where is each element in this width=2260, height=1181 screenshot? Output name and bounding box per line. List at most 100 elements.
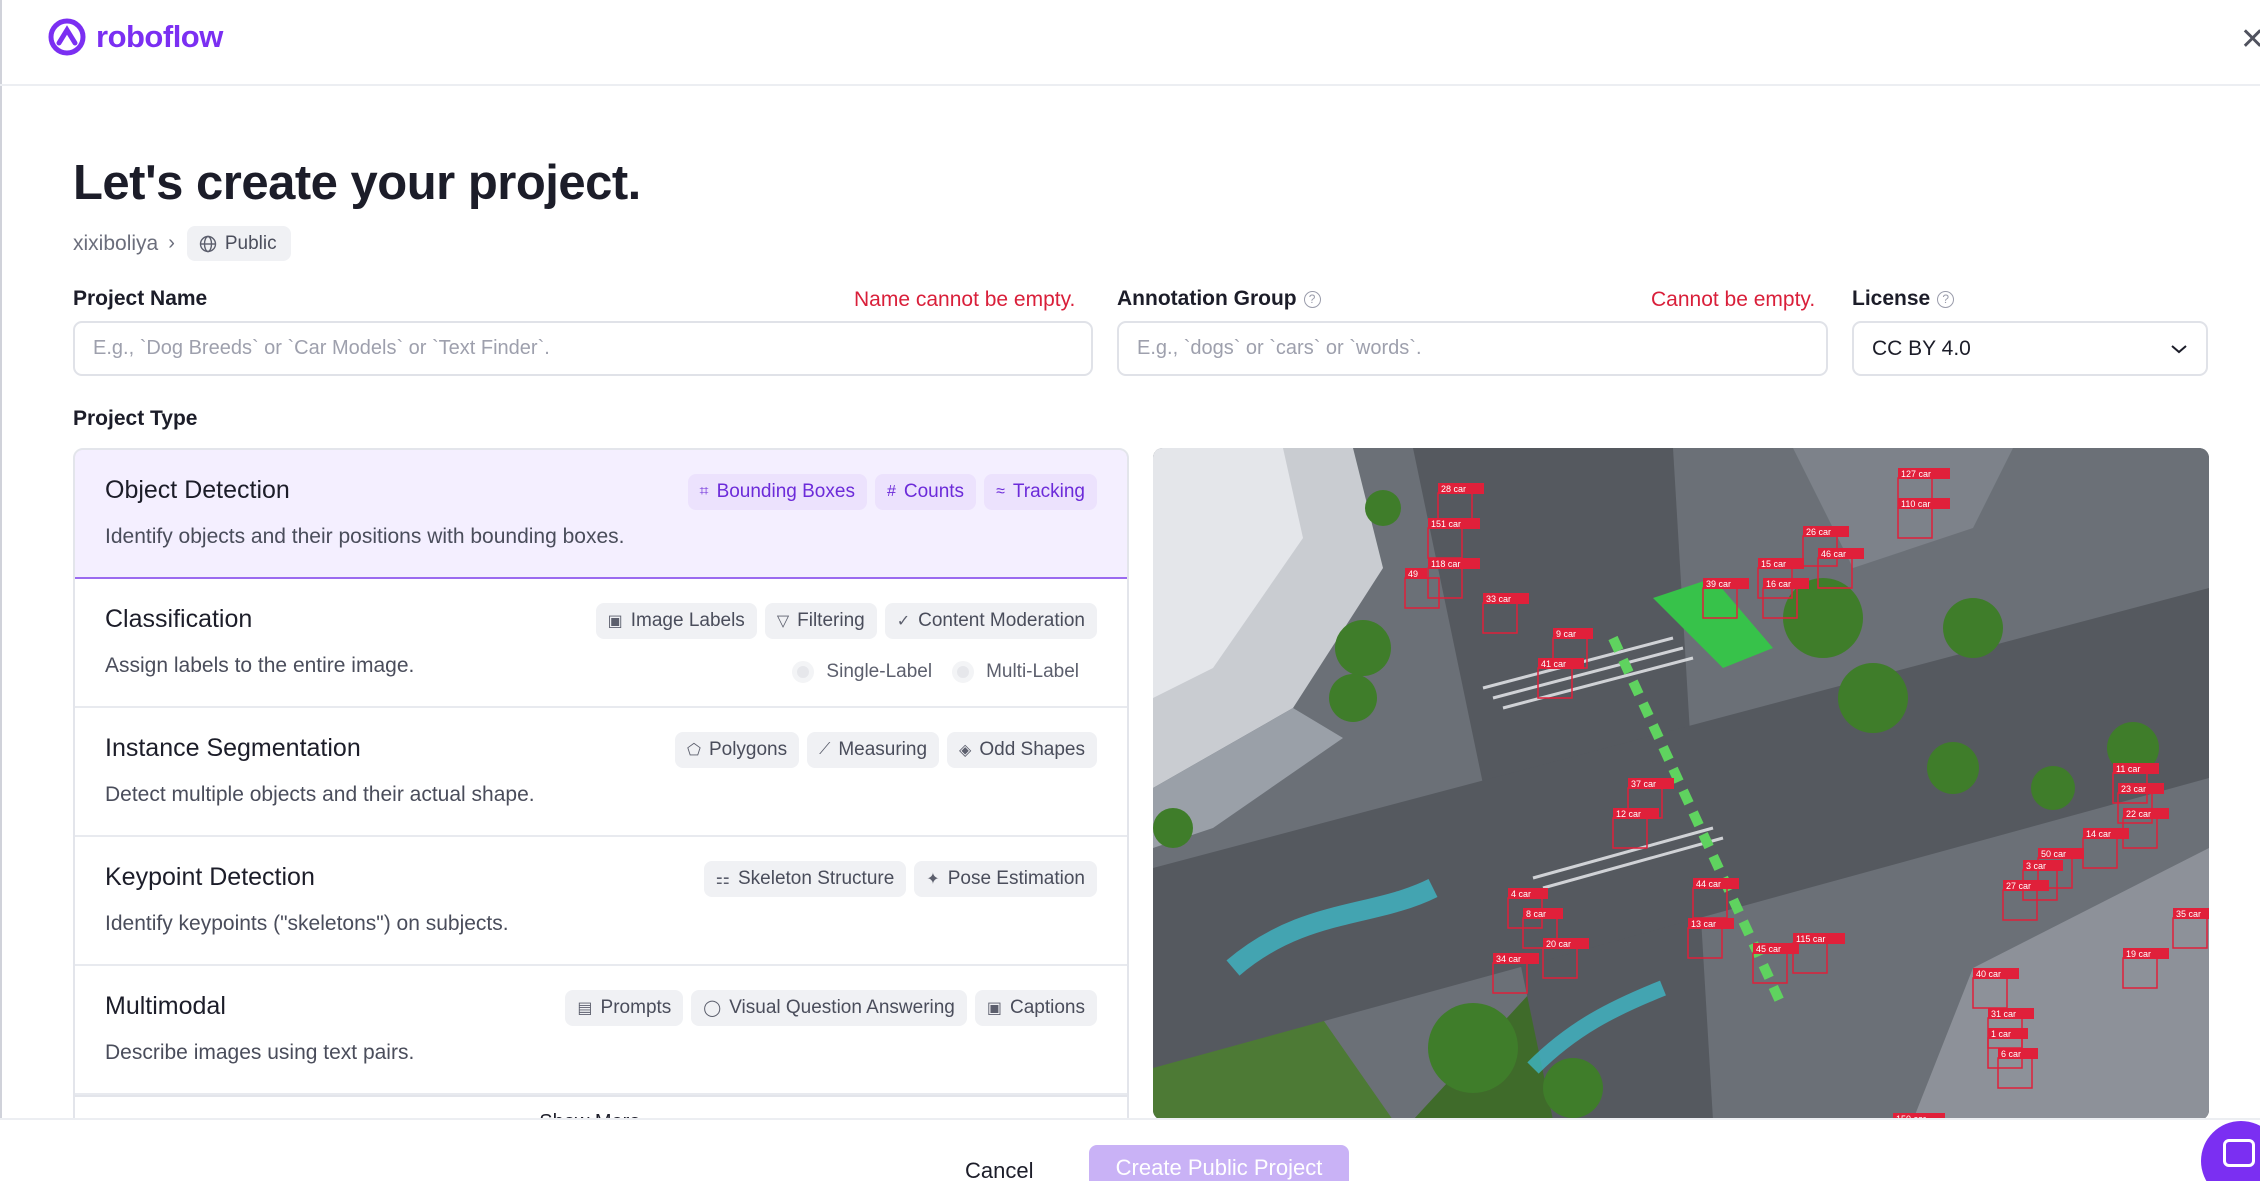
detection-label: 3 car (2026, 861, 2046, 871)
visibility-badge[interactable]: Public (186, 226, 291, 261)
tag-label: Captions (1010, 997, 1085, 1018)
annotation-group-error: Cannot be empty. (1651, 288, 1816, 311)
detection-label: 9 car (1556, 629, 1576, 639)
detection-label: 46 car (1821, 549, 1846, 559)
detection-label: 127 car (1901, 469, 1931, 479)
help-icon[interactable]: ? (1303, 290, 1321, 308)
tag-pose-estimation: ✦ Pose Estimation (914, 861, 1097, 897)
tag-label: Odd Shapes (979, 739, 1085, 760)
detection-label: 151 car (1431, 519, 1461, 529)
project-type-description: Identify keypoints ("skeletons") on subj… (105, 912, 509, 935)
detection-label: 12 car (1616, 809, 1641, 819)
project-type-description: Describe images using text pairs. (105, 1041, 415, 1064)
tag-counts: # Counts (874, 474, 977, 510)
classification-options: Single-Label Multi-Label (792, 661, 1079, 683)
detection-label: 31 car (1991, 1009, 2016, 1019)
tag-tracking: ≈ Tracking (984, 474, 1097, 510)
project-type-instance-segmentation[interactable]: Instance Segmentation Detect multiple ob… (75, 708, 1127, 837)
tag-measuring: ⟋ Measuring (807, 732, 940, 768)
project-type-preview-image: 28 car 151 car 118 car 49 33 car 127 car 110 c… (1153, 448, 2209, 1120)
chat-icon: ◯ (703, 1000, 722, 1017)
tag-prompts: ▤ Prompts (565, 990, 684, 1026)
caption-icon: ▣ (986, 1000, 1002, 1017)
detection-label: 15 car (1761, 559, 1786, 569)
license-label-text: License (1852, 287, 1931, 310)
roboflow-logo[interactable]: roboflow (48, 18, 223, 56)
polygon-icon: ⬠ (687, 742, 701, 759)
detection-label: 8 car (1526, 909, 1546, 919)
license-select[interactable]: CC BY 4.0 (1852, 321, 2208, 376)
detection-label: 37 car (1631, 779, 1656, 789)
create-project-button[interactable]: Create Public Project (1089, 1145, 1349, 1181)
annotation-group-label-text: Annotation Group (1117, 287, 1297, 310)
visibility-label: Public (224, 232, 277, 254)
tag-group: ▣ Image Labels ▽ Filtering ✓ Content Modera… (595, 603, 1097, 639)
detection-label: 118 car (1431, 559, 1460, 569)
detection-label: 44 car (1696, 879, 1721, 889)
detection-label: 45 car (1756, 944, 1781, 954)
tag-group: ⚏ Skeleton Structure ✦ Pose Estimation (703, 861, 1097, 897)
project-type-title: Keypoint Detection (105, 863, 315, 891)
tag-group: ▤ Prompts ◯ Visual Question Answering ▣ Cap… (565, 990, 1097, 1026)
radio-label: Single-Label (826, 661, 933, 682)
ruler-icon: ⟋ (819, 741, 831, 758)
project-type-title: Object Detection (105, 476, 290, 504)
project-type-classification[interactable]: Classification Assign labels to the enti… (75, 579, 1127, 708)
cancel-button[interactable]: Cancel (965, 1158, 1033, 1181)
tag-bounding-boxes: ⌗ Bounding Boxes (687, 474, 867, 510)
project-type-description: Detect multiple objects and their actual… (105, 783, 535, 806)
project-name-error: Name cannot be empty. (854, 288, 1076, 311)
detection-label: 20 car (1546, 939, 1571, 949)
chat-icon (2223, 1139, 2255, 1167)
tag-label: Bounding Boxes (716, 481, 855, 502)
tag-content-moderation: ✓ Content Moderation (884, 603, 1097, 639)
tracking-icon: ≈ (996, 483, 1005, 500)
project-type-title: Instance Segmentation (105, 734, 361, 762)
show-more-button[interactable]: Show More ⌄ (75, 1095, 1127, 1118)
project-type-object-detection[interactable]: Object Detection Identify objects and th… (75, 450, 1127, 579)
project-type-title: Classification (105, 605, 253, 633)
help-icon[interactable]: ? (1937, 290, 1955, 308)
filter-icon: ▽ (776, 613, 790, 630)
detection-label: 14 car (2086, 829, 2111, 839)
tag-skeleton-structure: ⚏ Skeleton Structure (703, 861, 907, 897)
project-name-input[interactable] (73, 321, 1093, 376)
annotation-group-input[interactable] (1117, 321, 1828, 376)
detection-label: 41 car (1541, 659, 1566, 669)
license-value: CC BY 4.0 (1872, 336, 1971, 360)
top-bar: roboflow ✕ (0, 0, 2260, 86)
tag-label: Pose Estimation (947, 868, 1085, 889)
project-type-list: Object Detection Identify objects and th… (73, 448, 1129, 1120)
radio-icon (952, 661, 975, 683)
detection-label: 26 car (1806, 527, 1831, 537)
prompt-icon: ▤ (577, 1000, 593, 1017)
footer-bar: Cancel Create Public Project (0, 1118, 2260, 1181)
tag-group: ⬠ Polygons ⟋ Measuring ◈ Odd Shapes (675, 732, 1097, 768)
close-icon[interactable]: ✕ (2240, 25, 2260, 55)
globe-icon (199, 235, 217, 252)
annotation-group-label: Annotation Group ? (1117, 287, 1321, 311)
window-edge (0, 0, 2, 1181)
detection-label: 19 car (2126, 949, 2151, 959)
project-type-multimodal[interactable]: Multimodal Describe images using text pa… (75, 966, 1127, 1095)
tag-label: Counts (903, 481, 965, 502)
single-label-radio[interactable]: Single-Label (792, 661, 932, 683)
detection-label: 27 car (2006, 881, 2031, 891)
shapes-icon: ◈ (959, 742, 972, 759)
tag-odd-shapes: ◈ Odd Shapes (947, 732, 1097, 768)
tag-label: Visual Question Answering (729, 997, 955, 1018)
image-icon: ▣ (607, 613, 623, 630)
detection-label: 50 car (2041, 849, 2066, 859)
project-name-label: Project Name (73, 287, 207, 311)
tag-captions: ▣ Captions (974, 990, 1097, 1026)
multi-label-radio[interactable]: Multi-Label (952, 661, 1079, 683)
detection-label: 33 car (1486, 594, 1511, 604)
project-name-label-text: Project Name (73, 287, 208, 310)
breadcrumb-workspace[interactable]: xixiboliya (73, 232, 158, 256)
tag-filtering: ▽ Filtering (764, 603, 877, 639)
project-type-keypoint-detection[interactable]: Keypoint Detection Identify keypoints ("… (75, 837, 1127, 966)
detection-label: 39 car (1706, 579, 1731, 589)
detection-label: 28 car (1441, 484, 1466, 494)
detection-label: 22 car (2126, 809, 2151, 819)
detection-label: 115 car (1796, 934, 1825, 944)
